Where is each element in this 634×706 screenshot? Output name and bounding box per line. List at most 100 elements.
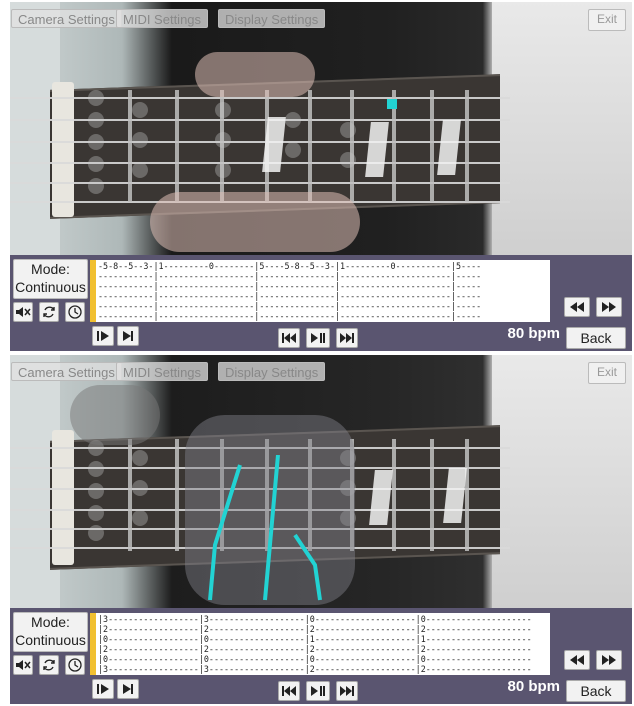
skip-back-button[interactable] <box>278 681 300 701</box>
rewind-button[interactable] <box>564 297 590 317</box>
loop-button[interactable] <box>39 655 59 675</box>
tab-line: |2------------------|2------------------… <box>98 624 532 634</box>
rewind-icon <box>570 302 584 312</box>
play-pause-button[interactable] <box>306 328 330 348</box>
guitar-string <box>10 97 510 99</box>
guitar-string <box>10 119 510 121</box>
next-note-button[interactable] <box>117 679 139 699</box>
background-wall-right <box>492 355 632 608</box>
guitar-fret <box>392 439 396 551</box>
note-highlight <box>387 99 397 109</box>
metronome-button[interactable] <box>65 302 85 322</box>
tab-line: -----------|-------------------|--------… <box>98 291 482 301</box>
tablature: |3------------------|3------------------… <box>90 613 550 675</box>
mute-icon <box>16 660 31 670</box>
skip-forward-icon <box>340 686 354 696</box>
background-wall-right <box>492 2 632 255</box>
midi-settings-button[interactable]: MIDI Settings <box>116 362 209 381</box>
back-button[interactable]: Back <box>566 680 626 702</box>
tab-line: |0------------------|0------------------… <box>98 654 532 664</box>
playhead-marker <box>90 613 96 675</box>
back-button[interactable]: Back <box>566 327 626 349</box>
mode-label: Mode: <box>31 614 70 630</box>
guitar-fret <box>350 90 354 202</box>
skip-forward-button[interactable] <box>336 328 358 348</box>
step-forward-button[interactable] <box>92 679 114 699</box>
fret-dot <box>340 152 356 168</box>
playhead-marker <box>90 260 96 322</box>
metronome-button[interactable] <box>65 655 85 675</box>
fret-dot <box>285 142 301 158</box>
skip-back-icon <box>282 686 296 696</box>
fret-dot <box>132 162 148 178</box>
mute-button[interactable] <box>13 655 33 675</box>
fret-dot <box>88 505 104 521</box>
next-note-icon <box>123 331 133 341</box>
tempo-display: 80 bpm <box>507 325 560 342</box>
tab-line: -5-8--5--3-|1---------0--------|5----5-8… <box>98 261 482 271</box>
mode-value: Continuous <box>15 632 86 648</box>
camera-settings-button[interactable]: Camera Settings <box>11 362 122 381</box>
tempo-display: 80 bpm <box>507 678 560 695</box>
fret-dot <box>88 90 104 106</box>
display-settings-button[interactable]: Display Settings <box>218 362 326 381</box>
loop-icon <box>43 659 55 671</box>
step-forward-icon <box>97 331 109 341</box>
fret-dot <box>88 525 104 541</box>
loop-icon <box>43 306 55 318</box>
fret-dot <box>340 122 356 138</box>
midi-settings-button[interactable]: MIDI Settings <box>116 9 209 28</box>
mode-button[interactable]: Mode: Continuous <box>13 259 88 299</box>
bottom-panel: Camera Settings MIDI Settings Display Se… <box>10 355 632 704</box>
guitar-nut <box>52 82 74 217</box>
exit-button[interactable]: Exit <box>588 362 626 384</box>
next-note-button[interactable] <box>117 326 139 346</box>
camera-view: Camera Settings MIDI Settings Display Se… <box>10 355 632 608</box>
tab-line: |3------------------|3------------------… <box>98 614 532 624</box>
fret-dot <box>215 162 231 178</box>
guitar-fret <box>175 90 179 202</box>
fret-dot <box>132 132 148 148</box>
hand-thumb <box>150 192 360 252</box>
play-pause-button[interactable] <box>306 681 330 701</box>
fret-dot <box>285 112 301 128</box>
exit-button[interactable]: Exit <box>588 9 626 31</box>
rewind-icon <box>570 655 584 665</box>
mode-label: Mode: <box>31 261 70 277</box>
fast-forward-button[interactable] <box>596 297 622 317</box>
skip-back-icon <box>282 333 296 343</box>
control-bar: Mode: Continuous |3------------------|3-… <box>10 608 632 704</box>
metronome-icon <box>68 305 82 319</box>
fret-dot <box>132 102 148 118</box>
tab-line: |3------------------|3------------------… <box>98 664 532 674</box>
guitar-fret <box>175 439 179 551</box>
mode-value: Continuous <box>15 279 86 295</box>
tab-line: -----------|-------------------|--------… <box>98 281 482 291</box>
guitar-fret <box>465 90 469 202</box>
skip-forward-button[interactable] <box>336 681 358 701</box>
fret-dot <box>88 461 104 477</box>
fast-forward-icon <box>602 655 616 665</box>
fast-forward-button[interactable] <box>596 650 622 670</box>
skip-back-button[interactable] <box>278 328 300 348</box>
hand-fingers <box>195 52 315 97</box>
display-settings-button[interactable]: Display Settings <box>218 9 326 28</box>
skip-forward-icon <box>340 333 354 343</box>
step-forward-button[interactable] <box>92 326 114 346</box>
step-forward-icon <box>97 684 109 694</box>
mode-button[interactable]: Mode: Continuous <box>13 612 88 652</box>
guitar-fret <box>430 439 434 551</box>
play-pause-icon <box>311 333 325 343</box>
play-pause-icon <box>311 686 325 696</box>
next-note-icon <box>123 684 133 694</box>
mute-button[interactable] <box>13 302 33 322</box>
fret-dot <box>132 510 148 526</box>
fast-forward-icon <box>602 302 616 312</box>
loop-button[interactable] <box>39 302 59 322</box>
guitar-headstock-shadow <box>70 385 160 445</box>
guitar-fret <box>430 90 434 202</box>
rewind-button[interactable] <box>564 650 590 670</box>
fret-dot <box>215 102 231 118</box>
camera-settings-button[interactable]: Camera Settings <box>11 9 122 28</box>
top-panel: Camera Settings MIDI Settings Display Se… <box>10 2 632 351</box>
